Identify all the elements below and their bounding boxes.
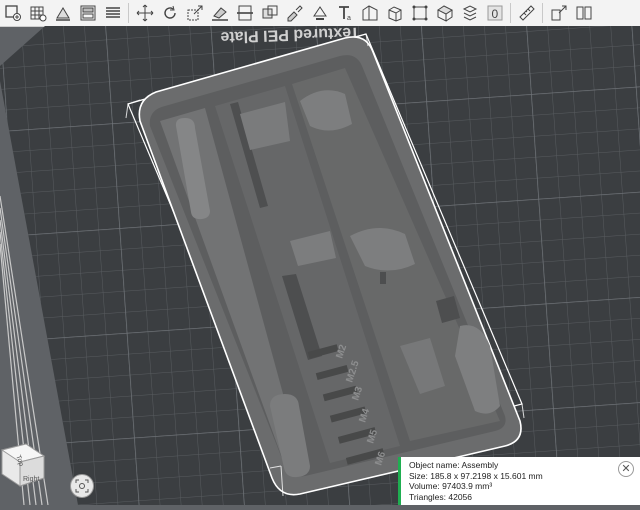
assembly-icon[interactable]: [357, 1, 382, 25]
auto-orient-icon[interactable]: [50, 1, 75, 25]
cut-icon[interactable]: [232, 1, 257, 25]
cylinder-icon[interactable]: [432, 1, 457, 25]
scale-icon[interactable]: [182, 1, 207, 25]
ruler-icon[interactable]: [514, 1, 539, 25]
build-scene: Textured PEI Plate M2 M2.5 M3 M4 M5 M6: [0, 24, 640, 506]
reset-camera-icon[interactable]: [70, 474, 94, 498]
arrange-icon[interactable]: [75, 1, 100, 25]
mesh-boolean-icon[interactable]: [257, 1, 282, 25]
stack-icon[interactable]: [457, 1, 482, 25]
explode-icon[interactable]: [546, 1, 571, 25]
add-part-icon[interactable]: [0, 1, 25, 25]
view-cube-right-label: Right: [23, 476, 39, 483]
object-volume: Volume: 97403.9 mm³: [409, 481, 493, 491]
svg-text:0: 0: [491, 7, 498, 21]
3d-viewport[interactable]: Textured PEI Plate M2 M2.5 M3 M4 M5 M6: [0, 24, 640, 506]
toolbar-separator: [542, 3, 543, 23]
move-icon[interactable]: [132, 1, 157, 25]
toolbar-separator: [510, 3, 511, 23]
object-name: Object name: Assembly: [409, 460, 499, 470]
seam-paint-icon[interactable]: [307, 1, 332, 25]
add-plate-icon[interactable]: [25, 1, 50, 25]
svg-text:a: a: [347, 15, 351, 22]
lay-on-face-icon[interactable]: [207, 1, 232, 25]
rotate-icon[interactable]: [157, 1, 182, 25]
object-size: Size: 185.8 x 97.2198 x 15.601 mm: [409, 470, 543, 481]
top-toolbar: a 0: [0, 0, 640, 27]
view-cube[interactable]: Top Right: [0, 438, 48, 490]
support-paint-icon[interactable]: [282, 1, 307, 25]
toolbar-separator: [128, 3, 129, 23]
cube-icon[interactable]: [382, 1, 407, 25]
layers-icon[interactable]: [100, 1, 125, 25]
text-icon[interactable]: a: [332, 1, 357, 25]
object-triangles: Triangles: 42056: [409, 491, 473, 502]
close-icon[interactable]: ✕: [618, 461, 634, 477]
measure-frame-icon[interactable]: [407, 1, 432, 25]
zero-icon[interactable]: 0: [482, 1, 507, 25]
split-icon[interactable]: [571, 1, 596, 25]
object-info-panel: Object name: Assembly Size: 185.8 x 97.2…: [398, 457, 640, 505]
